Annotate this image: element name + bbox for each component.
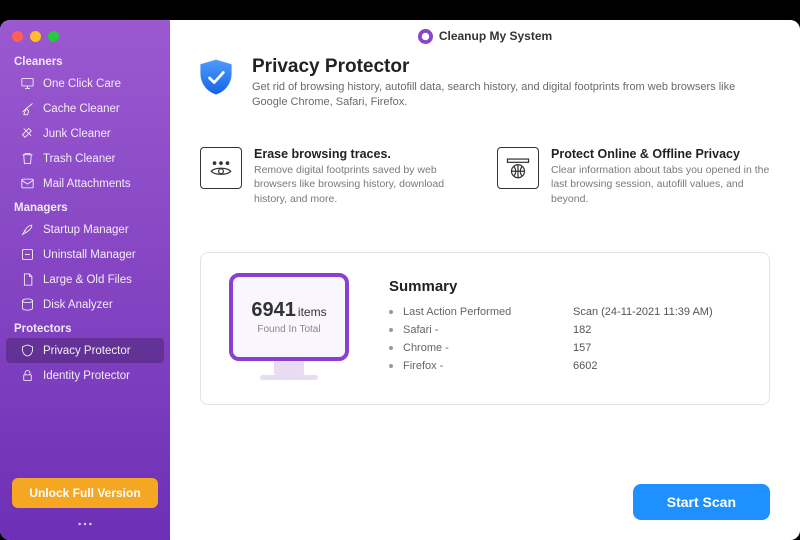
feature-desc: Clear information about tabs you opened … [551, 163, 770, 207]
sidebar-item-label: Identity Protector [43, 370, 130, 382]
summary-value: 157 [573, 342, 591, 354]
app-window: Cleaners One Click Care Cache Cleaner Ju… [0, 20, 800, 540]
feature-desc: Remove digital footprints saved by web b… [254, 163, 473, 207]
monitor-icon [20, 76, 35, 91]
sidebar-item-trash-cleaner[interactable]: Trash Cleaner [6, 146, 164, 171]
eye-icon [200, 147, 242, 189]
app-icon [418, 29, 433, 44]
summary-value: 182 [573, 324, 591, 336]
found-count: 6941items [251, 299, 326, 322]
sidebar-item-label: One Click Care [43, 78, 121, 90]
sidebar-item-label: Mail Attachments [43, 178, 131, 190]
sidebar-item-startup-manager[interactable]: Startup Manager [6, 217, 164, 242]
broom-icon [20, 101, 35, 116]
sidebar-item-label: Startup Manager [43, 224, 129, 236]
close-icon[interactable] [12, 31, 23, 42]
titlebar: Cleanup My System [170, 20, 800, 52]
sidebar-item-large-old-files[interactable]: Large & Old Files [6, 267, 164, 292]
privacy-shield-icon [194, 56, 238, 100]
disk-icon [20, 297, 35, 312]
sidebar-item-junk-cleaner[interactable]: Junk Cleaner [6, 121, 164, 146]
count-subtitle: Found In Total [257, 324, 320, 335]
window-controls [0, 20, 170, 50]
shield-icon [20, 343, 35, 358]
app-title: Cleanup My System [439, 29, 552, 43]
mail-icon [20, 176, 35, 191]
sidebar-item-label: Cache Cleaner [43, 103, 120, 115]
summary-label: Last Action Performed [403, 306, 573, 318]
summary-row-last-action: Last Action Performed Scan (24-11-2021 1… [389, 303, 713, 321]
lock-icon [20, 368, 35, 383]
rocket-icon [20, 222, 35, 237]
sidebar-item-cache-cleaner[interactable]: Cache Cleaner [6, 96, 164, 121]
summary-label: Chrome - [403, 342, 573, 354]
page-subtitle: Get rid of browsing history, autofill da… [252, 80, 770, 111]
summary-details: Summary Last Action Performed Scan (24-1… [389, 278, 713, 375]
sidebar-item-identity-protector[interactable]: Identity Protector [6, 363, 164, 388]
sidebar-item-uninstall-manager[interactable]: Uninstall Manager [6, 242, 164, 267]
start-scan-button[interactable]: Start Scan [633, 484, 770, 520]
summary-value: Scan (24-11-2021 11:39 AM) [573, 306, 713, 318]
summary-label: Firefox - [403, 360, 573, 372]
minimize-icon[interactable] [30, 31, 41, 42]
sidebar-item-label: Disk Analyzer [43, 299, 113, 311]
header-text: Privacy Protector Get rid of browsing hi… [252, 56, 770, 111]
sidebar-item-label: Junk Cleaner [43, 128, 111, 140]
sidebar-item-label: Trash Cleaner [43, 153, 115, 165]
bottom-strip [0, 516, 170, 528]
sidebar: Cleaners One Click Care Cache Cleaner Ju… [0, 20, 170, 540]
feature-row: Erase browsing traces. Remove digital fo… [170, 125, 800, 222]
sidebar-item-label: Large & Old Files [43, 274, 132, 286]
monitor-graphic: 6941items Found In Total [229, 273, 349, 380]
dots-icon [77, 520, 93, 528]
feature-protect-privacy: Protect Online & Offline Privacy Clear i… [497, 147, 770, 207]
count-unit: items [298, 305, 327, 319]
sidebar-item-label: Uninstall Manager [43, 249, 136, 261]
summary-row-chrome: Chrome - 157 [389, 339, 713, 357]
sidebar-item-mail-attachments[interactable]: Mail Attachments [6, 171, 164, 196]
sweep-icon [20, 126, 35, 141]
files-icon [20, 272, 35, 287]
feature-title: Protect Online & Offline Privacy [551, 147, 770, 161]
summary-row-firefox: Firefox - 6602 [389, 357, 713, 375]
page-header: Privacy Protector Get rid of browsing hi… [170, 52, 800, 125]
section-managers-label: Managers [0, 196, 170, 217]
section-protectors-label: Protectors [0, 317, 170, 338]
summary-heading: Summary [389, 278, 713, 295]
trash-icon [20, 151, 35, 166]
main-content: Cleanup My System Privacy Protector Get … [170, 20, 800, 540]
count-number: 6941 [251, 299, 296, 321]
sidebar-item-label: Privacy Protector [43, 345, 131, 357]
unlock-full-version-button[interactable]: Unlock Full Version [12, 478, 158, 508]
feature-erase-traces: Erase browsing traces. Remove digital fo… [200, 147, 473, 207]
summary-row-safari: Safari - 182 [389, 321, 713, 339]
sidebar-item-privacy-protector[interactable]: Privacy Protector [6, 338, 164, 363]
summary-value: 6602 [573, 360, 597, 372]
maximize-icon[interactable] [48, 31, 59, 42]
feature-title: Erase browsing traces. [254, 147, 473, 161]
page-title: Privacy Protector [252, 56, 770, 78]
sidebar-item-one-click-care[interactable]: One Click Care [6, 71, 164, 96]
summary-card: 6941items Found In Total Summary Last Ac… [200, 252, 770, 405]
summary-label: Safari - [403, 324, 573, 336]
uninstall-icon [20, 247, 35, 262]
section-cleaners-label: Cleaners [0, 50, 170, 71]
sidebar-item-disk-analyzer[interactable]: Disk Analyzer [6, 292, 164, 317]
globe-icon [497, 147, 539, 189]
footer: Start Scan [170, 470, 800, 540]
